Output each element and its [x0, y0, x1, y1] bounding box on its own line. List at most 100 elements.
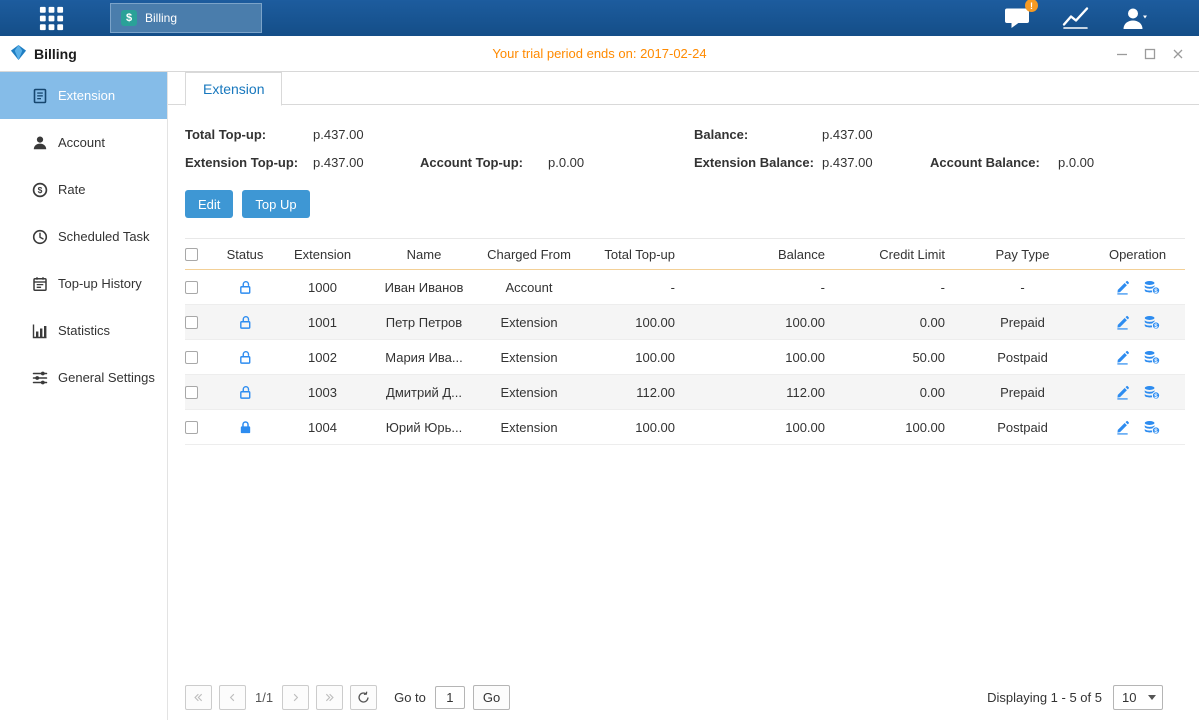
column-header-total-top-up[interactable]: Total Top-up — [580, 247, 685, 262]
edit-icon[interactable] — [1115, 315, 1130, 330]
edit-icon[interactable] — [1115, 350, 1130, 365]
lock-closed-icon[interactable] — [238, 420, 253, 435]
lock-open-icon[interactable] — [238, 315, 253, 330]
row-checkbox[interactable] — [185, 386, 198, 399]
topbar-right: ! — [1004, 6, 1147, 30]
sidebar-item-rate[interactable]: $ Rate — [0, 166, 167, 213]
column-header-operation[interactable]: Operation — [1090, 247, 1185, 262]
sidebar-item-extension[interactable]: Extension — [0, 72, 167, 119]
billing-app-tab[interactable]: $ Billing — [110, 3, 262, 33]
statistics-chart-icon[interactable] — [1062, 6, 1089, 30]
minimize-button[interactable] — [1113, 45, 1131, 63]
select-all-checkbox[interactable] — [185, 248, 198, 261]
extension-cell: 1003 — [275, 385, 370, 400]
user-icon[interactable] — [1121, 6, 1147, 30]
column-header-balance[interactable]: Balance — [685, 247, 835, 262]
goto-page-input[interactable] — [435, 686, 465, 709]
sidebar-item-scheduled-task[interactable]: Scheduled Task — [0, 213, 167, 260]
lock-open-icon[interactable] — [238, 385, 253, 400]
sidebar-item-label: Rate — [58, 182, 85, 197]
topup-icon[interactable]: $ — [1143, 315, 1160, 330]
refresh-button[interactable] — [350, 685, 377, 710]
prev-page-button[interactable] — [219, 685, 246, 710]
tab-extension[interactable]: Extension — [185, 72, 282, 106]
sidebar-item-statistics[interactable]: Statistics — [0, 307, 167, 354]
name-cell: Петр Петров — [370, 315, 478, 330]
total-topup-cell: 100.00 — [580, 420, 685, 435]
extension-table: StatusExtensionNameCharged FromTotal Top… — [185, 238, 1185, 445]
column-header-pay-type[interactable]: Pay Type — [955, 247, 1090, 262]
extension-icon — [31, 87, 48, 104]
pagination-bar: 1/1 Go to Go Displaying 1 - 5 of 5 10 — [185, 685, 1185, 710]
billing-app-tab-label: Billing — [145, 11, 177, 25]
pay-type-cell: Postpaid — [955, 350, 1090, 365]
extension-cell: 1004 — [275, 420, 370, 435]
charged-from-cell: Account — [478, 280, 580, 295]
balance-cell: - — [685, 280, 835, 295]
name-cell: Иван Иванов — [370, 280, 478, 295]
top-up-button[interactable]: Top Up — [242, 190, 309, 218]
sidebar-item-account[interactable]: Account — [0, 119, 167, 166]
table-header-row: StatusExtensionNameCharged FromTotal Top… — [185, 238, 1185, 270]
column-header-credit-limit[interactable]: Credit Limit — [835, 247, 955, 262]
topup-icon[interactable]: $ — [1143, 385, 1160, 400]
credit-limit-cell: 0.00 — [835, 315, 955, 330]
edit-icon[interactable] — [1115, 280, 1130, 295]
table-row: 1002Мария Ива...Extension100.00100.0050.… — [185, 340, 1185, 375]
balance-cell: 112.00 — [685, 385, 835, 400]
column-header-status[interactable]: Status — [215, 247, 275, 262]
credit-limit-cell: 0.00 — [835, 385, 955, 400]
row-checkbox[interactable] — [185, 281, 198, 294]
pay-type-cell: - — [955, 280, 1090, 295]
sidebar-item-top-up-history[interactable]: Top-up History — [0, 260, 167, 307]
summary-label: Extension Top-up: — [185, 155, 313, 170]
title-left: Billing — [10, 44, 77, 64]
row-checkbox[interactable] — [185, 421, 198, 434]
messages-icon[interactable]: ! — [1004, 6, 1030, 30]
page-size-value: 10 — [1122, 690, 1136, 705]
summary-value: p.437.00 — [313, 155, 364, 170]
pay-type-cell: Prepaid — [955, 315, 1090, 330]
trial-notice: Your trial period ends on: 2017-02-24 — [0, 46, 1199, 61]
app-body: ExtensionAccount$RateScheduled TaskTop-u… — [0, 72, 1199, 720]
column-header-extension[interactable]: Extension — [275, 247, 370, 262]
billing-app-window: $ Billing ! Billing Your trial period en… — [0, 0, 1199, 720]
rate-icon: $ — [31, 181, 48, 198]
summary-panel: Total Top-up:p.437.00Balance:p.437.00Ext… — [185, 127, 1185, 170]
edit-button[interactable]: Edit — [185, 190, 233, 218]
pay-type-cell: Prepaid — [955, 385, 1090, 400]
maximize-button[interactable] — [1141, 45, 1159, 63]
row-checkbox[interactable] — [185, 316, 198, 329]
extension-cell: 1000 — [275, 280, 370, 295]
last-page-button[interactable] — [316, 685, 343, 710]
edit-icon[interactable] — [1115, 385, 1130, 400]
sidebar-item-general-settings[interactable]: General Settings — [0, 354, 167, 401]
column-header-charged-from[interactable]: Charged From — [478, 247, 580, 262]
table-row: 1003Дмитрий Д...Extension112.00112.000.0… — [185, 375, 1185, 410]
tabbar: Extension — [168, 72, 1199, 105]
column-header-name[interactable]: Name — [370, 247, 478, 262]
next-page-button[interactable] — [282, 685, 309, 710]
charged-from-cell: Extension — [478, 385, 580, 400]
lock-open-icon[interactable] — [238, 280, 253, 295]
summary-value: p.0.00 — [1058, 155, 1094, 170]
page-size-select[interactable]: 10 — [1113, 685, 1163, 710]
topup-icon[interactable]: $ — [1143, 420, 1160, 435]
apps-grid-icon[interactable] — [36, 3, 66, 33]
page-indicator: 1/1 — [255, 690, 273, 705]
close-button[interactable] — [1169, 45, 1187, 63]
go-button[interactable]: Go — [473, 685, 510, 710]
topup-icon[interactable]: $ — [1143, 280, 1160, 295]
billing-logo-icon — [10, 44, 27, 64]
pay-type-cell: Postpaid — [955, 420, 1090, 435]
topup-icon[interactable]: $ — [1143, 350, 1160, 365]
name-cell: Мария Ива... — [370, 350, 478, 365]
table-row: 1004Юрий Юрь...Extension100.00100.00100.… — [185, 410, 1185, 445]
summary-value: p.437.00 — [822, 127, 873, 142]
lock-open-icon[interactable] — [238, 350, 253, 365]
name-cell: Юрий Юрь... — [370, 420, 478, 435]
row-checkbox[interactable] — [185, 351, 198, 364]
sidebar-item-label: Scheduled Task — [58, 229, 150, 244]
first-page-button[interactable] — [185, 685, 212, 710]
edit-icon[interactable] — [1115, 420, 1130, 435]
